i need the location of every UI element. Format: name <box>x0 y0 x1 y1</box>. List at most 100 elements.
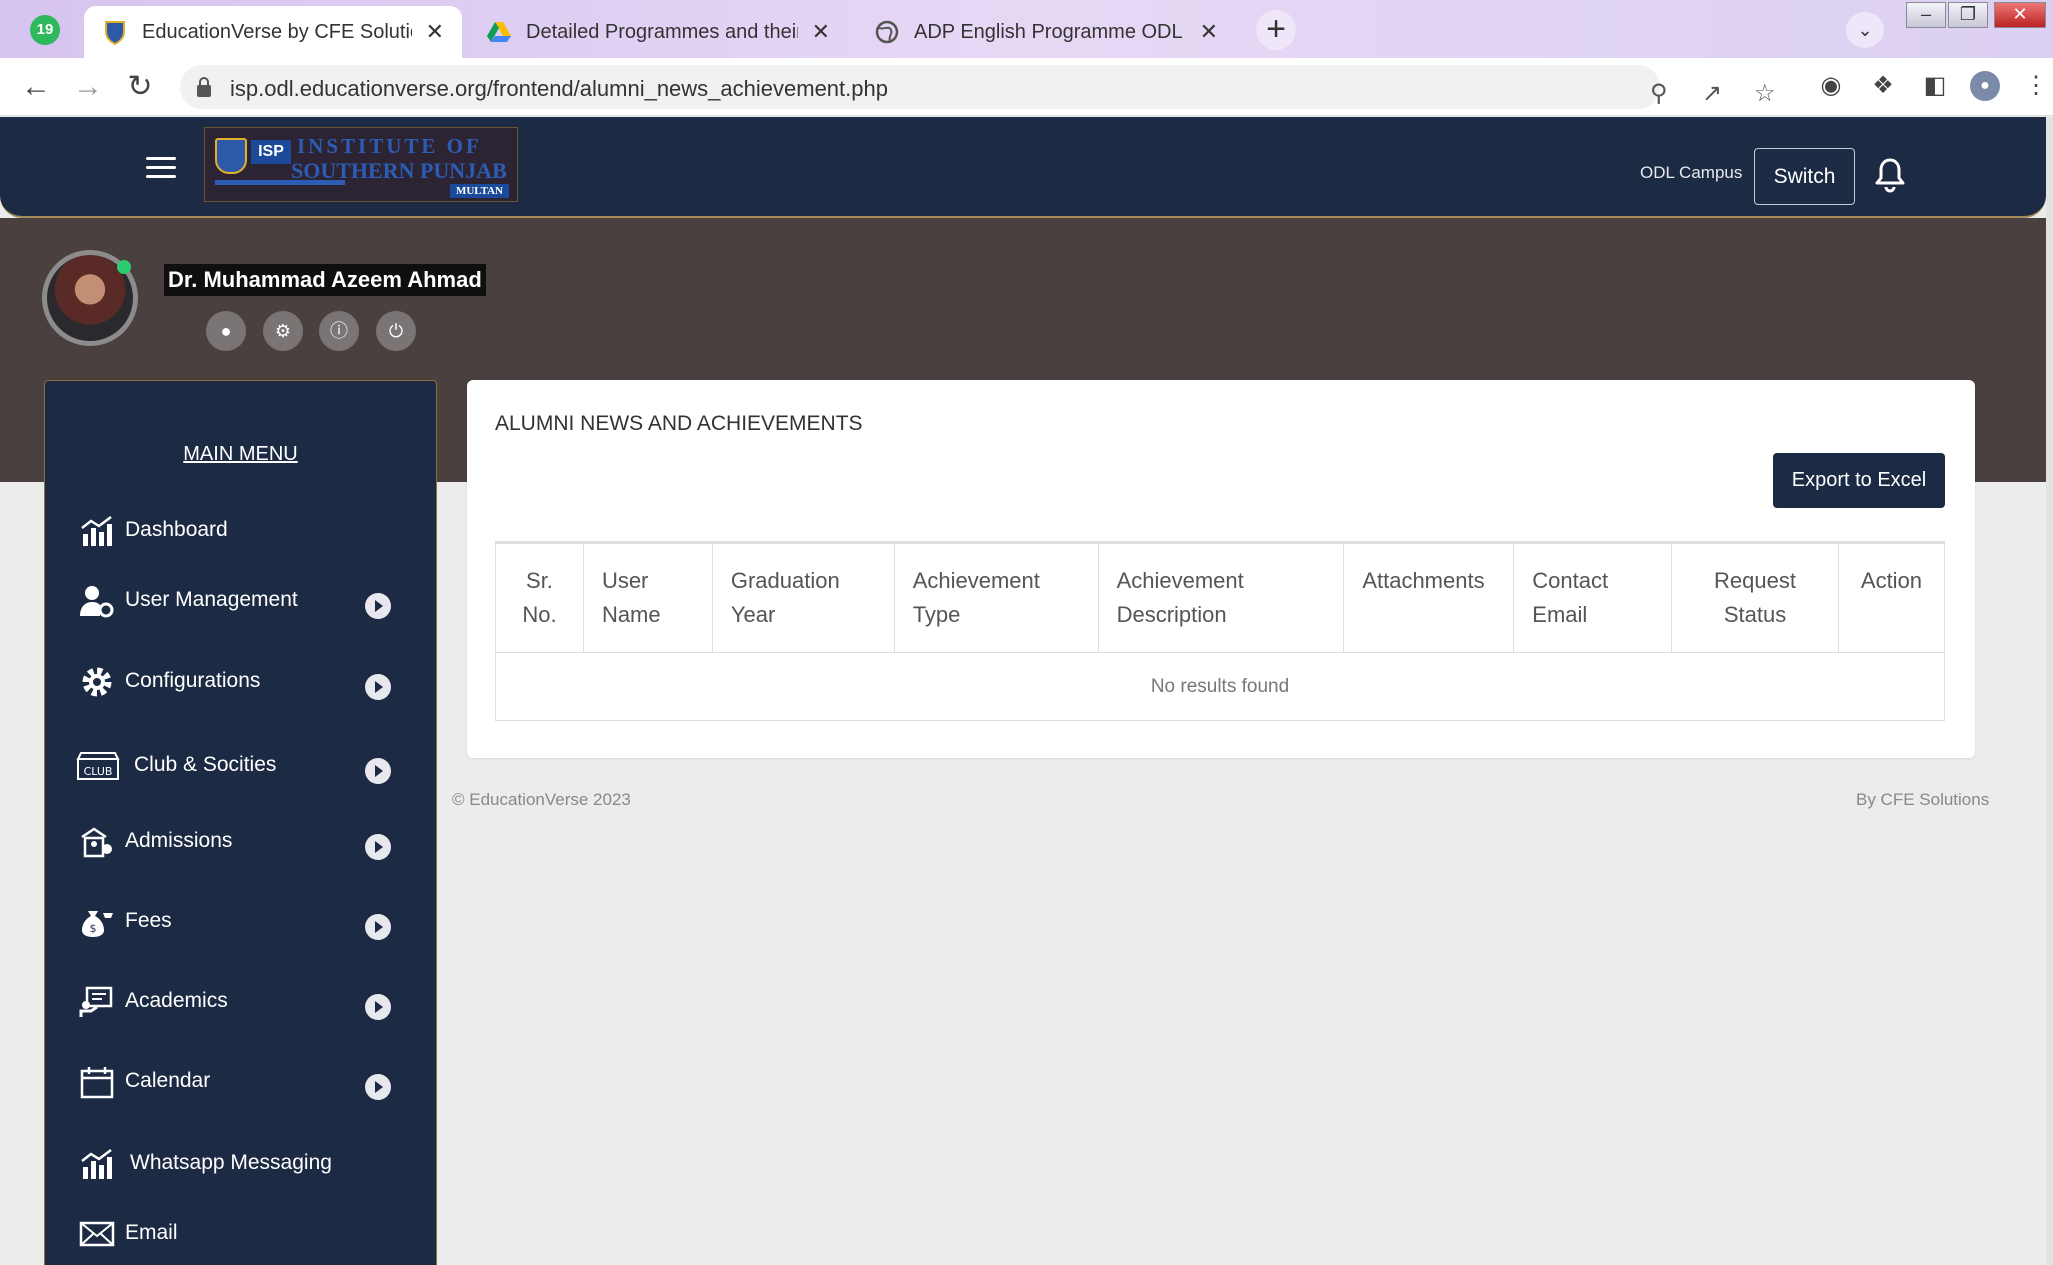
page-title: ALUMNI NEWS AND ACHIEVEMENTS <box>495 412 863 435</box>
profile-avatar-icon[interactable]: ● <box>1970 71 2000 101</box>
sidebar-item-configurations[interactable]: Configurations <box>45 657 436 707</box>
page-scrollbar[interactable] <box>2046 117 2053 1265</box>
educationverse-favicon-icon <box>105 21 125 45</box>
expand-arrow-icon[interactable] <box>365 994 391 1020</box>
sidebar-item-email[interactable]: Email <box>45 1209 436 1259</box>
sidebar-item-label: Admissions <box>125 829 233 852</box>
column-header[interactable]: Attachments <box>1343 541 1515 653</box>
column-header[interactable]: Achievement Type <box>893 541 1099 653</box>
back-arrow-icon[interactable]: ← <box>18 70 54 104</box>
sidebar-item-label: Email <box>125 1221 178 1244</box>
logo-shield-icon <box>215 138 247 174</box>
tab-search-chevron-icon[interactable]: ⌄ <box>1846 12 1884 48</box>
close-tab-icon[interactable]: ✕ <box>426 19 444 45</box>
sidebar-item-user-management[interactable]: User Management <box>45 576 436 626</box>
settings-gear-icon[interactable]: ⚙ <box>263 311 303 351</box>
tab-label: EducationVerse by CFE Solutions <box>142 20 412 43</box>
admissions-icon <box>81 827 112 858</box>
expand-arrow-icon[interactable] <box>365 674 391 700</box>
logo-line-1: INSTITUTE OF <box>297 134 482 158</box>
sidebar-item-club-socities[interactable]: CLUB Club & Socities <box>45 741 436 791</box>
new-tab-button[interactable]: + <box>1256 10 1296 50</box>
sidebar: MAIN MENU Dashboard User Management Conf… <box>44 380 437 1265</box>
sidebar-item-label: Fees <box>125 909 172 932</box>
column-header[interactable]: User Name <box>582 541 713 653</box>
alumni-news-table: Sr. No. User Name Graduation Year Achiev… <box>495 541 1946 721</box>
expand-arrow-icon[interactable] <box>365 914 391 940</box>
sidebar-item-calendar[interactable]: Calendar <box>45 1057 436 1107</box>
info-icon[interactable]: ⓘ <box>319 311 359 351</box>
hamburger-menu-icon[interactable] <box>146 157 176 179</box>
svg-text:$: $ <box>90 922 97 935</box>
club-icon: CLUB <box>76 752 120 780</box>
app-header: ISP INSTITUTE OF SOUTHERN PUNJAB MULTAN … <box>0 117 2046 218</box>
bookmark-star-icon[interactable]: ☆ <box>1754 79 1776 108</box>
address-bar[interactable]: isp.odl.educationverse.org/frontend/alum… <box>180 65 1776 109</box>
svg-text:CLUB: CLUB <box>84 765 113 778</box>
extensions-puzzle-icon[interactable]: ❖ <box>1868 71 1898 101</box>
column-header[interactable]: Sr. No. <box>495 541 584 653</box>
sidebar-item-label: Calendar <box>125 1069 211 1092</box>
tab-count-badge[interactable]: 19 <box>30 15 60 45</box>
export-to-excel-button[interactable]: Export to Excel <box>1773 453 1945 508</box>
column-header[interactable]: Contact Email <box>1513 541 1673 653</box>
share-icon[interactable]: ↗ <box>1702 79 1722 108</box>
browser-menu-icon[interactable]: ⋮ <box>2024 71 2048 101</box>
expand-arrow-icon[interactable] <box>365 758 391 784</box>
column-header[interactable]: Request Status <box>1671 541 1839 653</box>
envelope-icon <box>79 1221 115 1247</box>
sidebar-item-label: Whatsapp Messaging <box>130 1151 332 1174</box>
online-status-dot <box>117 260 131 274</box>
zoom-icon[interactable]: ⚲ <box>1650 79 1668 108</box>
logo-divider <box>215 180 345 185</box>
profile-user-name: Dr. Muhammad Azeem Ahmad <box>164 264 486 296</box>
tab-label: ADP English Programme ODL - C <box>914 20 1186 43</box>
browser-tab-strip: 19 EducationVerse by CFE Solutions ✕ Det… <box>0 0 2053 58</box>
sidebar-item-label: Configurations <box>125 669 261 692</box>
tab-label: Detailed Programmes and their a <box>526 20 798 43</box>
sidebar-item-label: User Management <box>125 588 298 611</box>
column-header[interactable]: Graduation Year <box>711 541 895 653</box>
sidebar-item-whatsapp-messaging[interactable]: Whatsapp Messaging <box>45 1139 436 1189</box>
sidebar-item-fees[interactable]: $ Fees <box>45 897 436 947</box>
camera-icon[interactable]: ◉ <box>1816 71 1846 101</box>
notification-bell-icon[interactable] <box>1874 157 1906 193</box>
browser-toolbar: ← → ↻ isp.odl.educationverse.org/fronten… <box>0 58 2053 116</box>
side-panel-icon[interactable]: ◧ <box>1920 71 1950 101</box>
forward-arrow-icon[interactable]: → <box>70 70 106 104</box>
money-bag-icon: $ <box>82 911 113 937</box>
expand-arrow-icon[interactable] <box>365 593 391 619</box>
empty-table-message: No results found <box>495 652 1945 721</box>
close-tab-icon[interactable]: ✕ <box>1200 19 1218 45</box>
academics-icon <box>79 986 113 1017</box>
gear-icon <box>82 667 112 697</box>
expand-arrow-icon[interactable] <box>365 834 391 860</box>
expand-arrow-icon[interactable] <box>365 1074 391 1100</box>
google-drive-icon <box>487 22 511 42</box>
sidebar-item-dashboard[interactable]: Dashboard <box>45 506 436 556</box>
profile-user-icon[interactable]: ● <box>206 311 246 351</box>
campus-label: ODL Campus <box>1640 163 1743 182</box>
tab-educationverse[interactable]: EducationVerse by CFE Solutions ✕ <box>84 6 462 58</box>
sidebar-item-academics[interactable]: Academics <box>45 977 436 1027</box>
column-header[interactable]: Achievement Description <box>1097 541 1345 653</box>
sidebar-item-admissions[interactable]: Admissions <box>45 817 436 867</box>
restore-window-icon[interactable]: ❐ <box>1948 2 1988 28</box>
main-menu-title: MAIN MENU <box>183 443 298 465</box>
switch-campus-button[interactable]: Switch <box>1754 148 1855 205</box>
institute-logo[interactable]: ISP INSTITUTE OF SOUTHERN PUNJAB MULTAN <box>204 127 518 202</box>
calendar-icon <box>80 1067 114 1099</box>
tab-detailed-programmes[interactable]: Detailed Programmes and their a ✕ <box>468 6 848 58</box>
url-text: isp.odl.educationverse.org/frontend/alum… <box>230 76 888 101</box>
close-tab-icon[interactable]: ✕ <box>812 19 830 45</box>
close-window-icon[interactable]: ✕ <box>1994 2 2046 28</box>
table-row: No results found <box>495 652 1945 721</box>
minimize-window-icon[interactable]: – <box>1906 2 1946 28</box>
column-header[interactable]: Action <box>1837 541 1946 653</box>
globe-icon <box>875 20 899 44</box>
tab-adp-english[interactable]: ADP English Programme ODL - C ✕ <box>856 6 1236 58</box>
sidebar-item-label: Dashboard <box>125 518 228 541</box>
power-logout-icon[interactable]: ⏻ <box>376 311 416 351</box>
reload-icon[interactable]: ↻ <box>122 70 158 104</box>
footer-credit: By CFE Solutions <box>1856 790 1990 809</box>
